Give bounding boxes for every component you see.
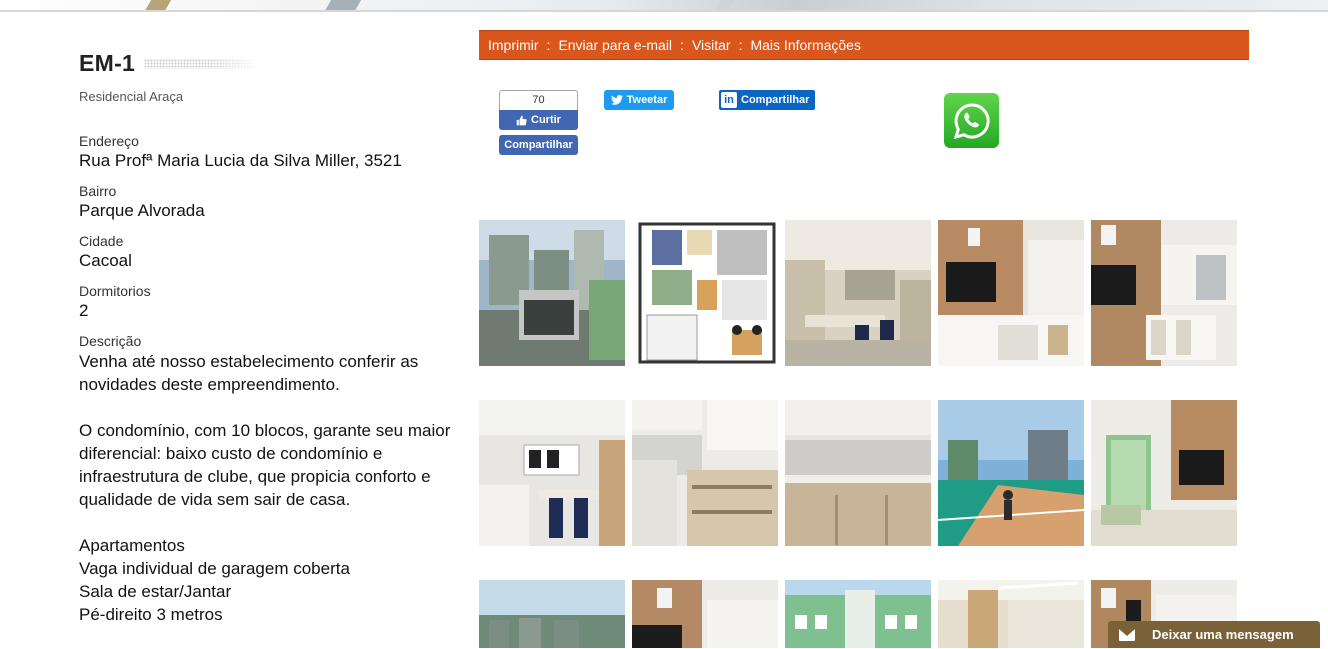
- gallery-thumbnail[interactable]: [479, 220, 625, 366]
- gallery-thumbnail[interactable]: [479, 580, 625, 648]
- tweet-label: Tweetar: [626, 94, 668, 106]
- facebook-like-button[interactable]: Curtir: [499, 110, 578, 130]
- banner-decoration: [324, 0, 366, 12]
- gallery-thumbnail[interactable]: [632, 580, 778, 648]
- menu-separator: :: [546, 37, 551, 53]
- send-email-link[interactable]: Enviar para e-mail: [558, 37, 672, 53]
- thumbs-up-icon: [516, 115, 527, 125]
- facebook-share-button[interactable]: Compartilhar: [499, 135, 578, 155]
- gallery-thumbnail[interactable]: [938, 400, 1084, 546]
- tweet-button[interactable]: Tweetar: [604, 90, 674, 110]
- gallery-thumbnail[interactable]: [479, 400, 625, 546]
- bedrooms-value: 2: [79, 301, 89, 320]
- facebook-widget: 70 Curtir Compartilhar: [499, 90, 578, 155]
- title-decoration: [144, 58, 260, 69]
- city-label: Cidade: [79, 233, 124, 249]
- property-code: EM-1: [79, 50, 136, 76]
- property-name: Residencial Araça: [79, 89, 184, 104]
- property-details: EM-1 Residencial Araça Endereço Rua Prof…: [79, 50, 459, 649]
- banner-decoration: [714, 0, 740, 12]
- facebook-like-count: 70: [499, 90, 578, 110]
- envelope-icon: [1119, 628, 1135, 641]
- whatsapp-glyph: [953, 102, 990, 139]
- city-value: Cacoal: [79, 251, 132, 270]
- twitter-bird-icon: [610, 95, 623, 105]
- banner-decoration: [144, 0, 176, 12]
- neighborhood-label: Bairro: [79, 183, 117, 199]
- gallery-thumbnail[interactable]: [785, 220, 931, 366]
- menu-separator: :: [680, 37, 684, 53]
- description-paragraph: O condomínio, com 10 blocos, garante seu…: [79, 421, 451, 509]
- linkedin-share-button[interactable]: in Compartilhar: [719, 90, 815, 110]
- gallery-thumbnail[interactable]: [1091, 400, 1237, 546]
- linkedin-icon: in: [721, 92, 737, 108]
- address-label: Endereço: [79, 133, 139, 149]
- description-paragraph: Apartamentos Vaga individual de garagem …: [79, 536, 350, 624]
- gallery-thumbnail[interactable]: [632, 400, 778, 546]
- neighborhood-value: Parque Alvorada: [79, 201, 205, 220]
- more-info-link[interactable]: Mais Informações: [750, 37, 860, 53]
- gallery-thumbnail[interactable]: [785, 400, 931, 546]
- title-row: EM-1: [79, 50, 459, 77]
- visit-link[interactable]: Visitar: [692, 37, 731, 53]
- gallery-thumbnail[interactable]: [785, 580, 931, 648]
- description: Venha até nosso estabelecimento conferir…: [79, 350, 459, 626]
- gallery-thumbnail[interactable]: [938, 580, 1084, 648]
- top-banner: [0, 0, 1328, 12]
- action-menu: Imprimir : Enviar para e-mail : Visitar …: [479, 30, 1249, 60]
- description-label: Descrição: [79, 333, 142, 349]
- gallery-thumbnail[interactable]: [1091, 220, 1237, 366]
- description-paragraph: Venha até nosso estabelecimento conferir…: [79, 352, 419, 394]
- gallery-thumbnail[interactable]: [632, 220, 778, 366]
- leave-message-button[interactable]: Deixar uma mensagem: [1108, 621, 1320, 648]
- menu-separator: :: [738, 37, 743, 53]
- print-link[interactable]: Imprimir: [488, 37, 539, 53]
- gallery-thumbnail[interactable]: [938, 220, 1084, 366]
- linkedin-share-label: Compartilhar: [741, 94, 810, 106]
- address-value: Rua Profª Maria Lucia da Silva Miller, 3…: [79, 151, 402, 170]
- leave-message-label: Deixar uma mensagem: [1152, 627, 1294, 642]
- whatsapp-icon[interactable]: [944, 93, 999, 148]
- facebook-like-label: Curtir: [531, 114, 561, 126]
- bedrooms-label: Dormitorios: [79, 283, 151, 299]
